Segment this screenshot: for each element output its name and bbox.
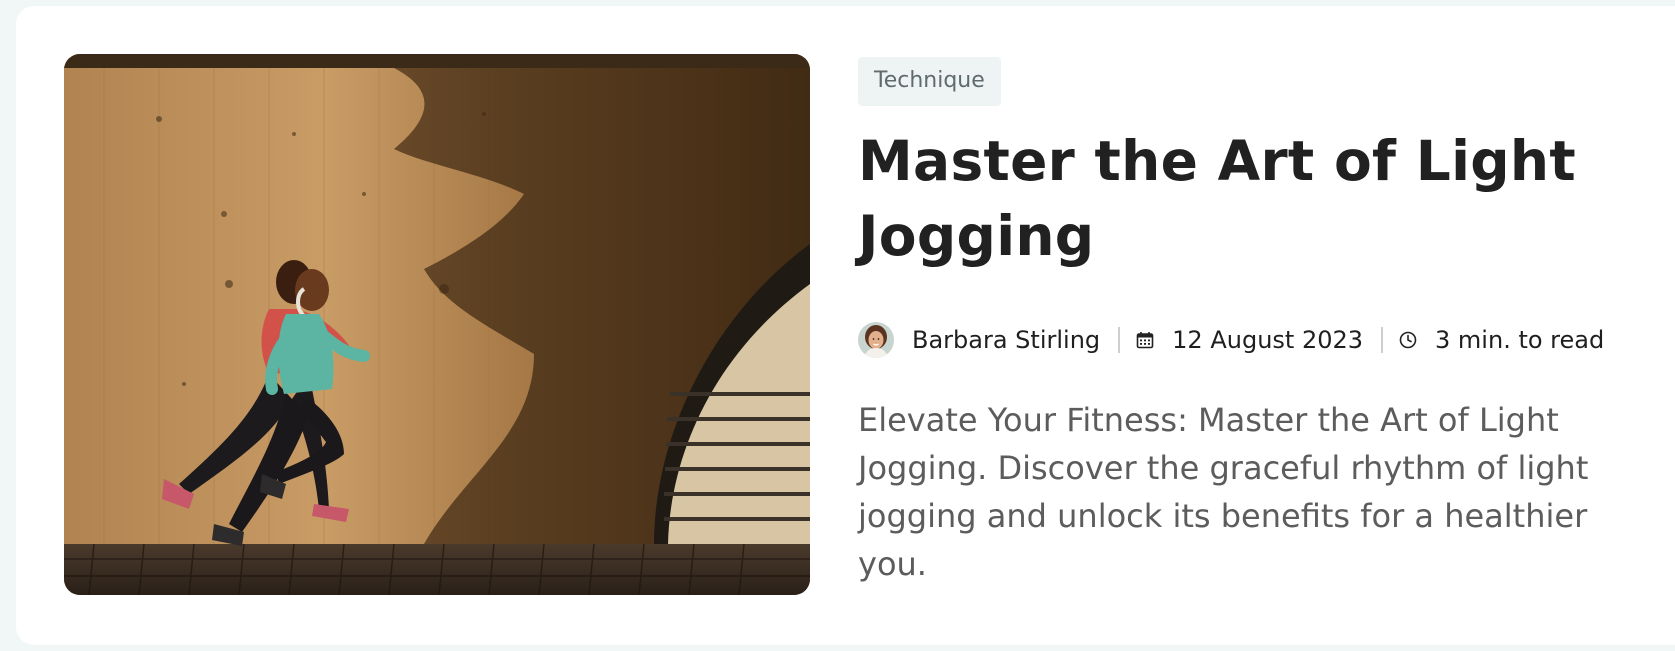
article-card[interactable]: Technique Master the Art of Light Joggin… <box>16 6 1675 645</box>
article-meta: Barbara Stirling 12 August 2023 3 min. t… <box>858 320 1658 360</box>
read-time: 3 min. to read <box>1435 326 1605 354</box>
author-name[interactable]: Barbara Stirling <box>912 326 1100 354</box>
meta-divider <box>1381 327 1384 353</box>
article-content: Technique Master the Art of Light Joggin… <box>858 57 1658 588</box>
clock-icon <box>1399 331 1417 349</box>
category-tag[interactable]: Technique <box>858 57 1001 106</box>
author-avatar[interactable] <box>858 322 894 358</box>
calendar-icon <box>1136 331 1154 349</box>
article-cover-image[interactable] <box>64 54 810 595</box>
article-title[interactable]: Master the Art of Light Jogging <box>858 124 1578 274</box>
article-excerpt: Elevate Your Fitness: Master the Art of … <box>858 401 1589 583</box>
meta-divider <box>1118 327 1121 353</box>
publish-date: 12 August 2023 <box>1172 326 1364 354</box>
